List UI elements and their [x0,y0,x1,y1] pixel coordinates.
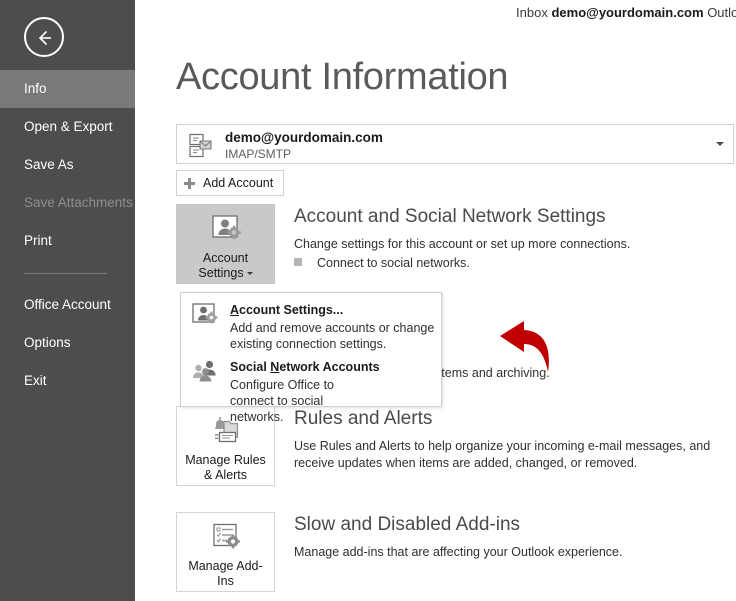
sidebar-nav-list: Info Open & Export Save As Save Attachme… [0,70,135,400]
section-description: Manage add-ins that are affecting your O… [294,545,623,559]
button-label-line2: Ins [217,574,234,588]
sidebar-item-label: Exit [24,373,47,388]
outlook-backstage-window: Info Open & Export Save As Save Attachme… [0,0,736,601]
account-settings-icon [191,302,221,335]
section-bullet-item: Connect to social networks. [294,256,470,270]
section-description: Use Rules and Alerts to help organize yo… [294,439,711,470]
section-bullet-label: Connect to social networks. [317,256,470,270]
menu-item-title: Account Settings... [230,303,343,317]
section-account-settings: Account Settings Account and Social Netw… [176,204,734,286]
button-label-line1: Manage Rules [185,453,266,467]
page-title: Account Information [176,56,509,98]
sidebar-item-info[interactable]: Info [0,70,135,108]
titlebar-folder: Inbox [516,5,548,20]
sidebar-item-label: Open & Export [24,119,113,134]
account-settings-button[interactable]: Account Settings [176,204,275,284]
account-email: demo@yourdomain.com [225,130,383,145]
backstage-sidebar: Info Open & Export Save As Save Attachme… [0,0,135,601]
backstage-main-pane: Account Information demo@yourdomain.com … [135,28,736,601]
add-account-button[interactable]: Add Account [176,170,285,196]
section-title: Account and Social Network Settings [294,206,606,227]
sidebar-item-print[interactable]: Print [0,222,135,260]
menu-item-description: Add and remove accounts or change existi… [230,321,435,351]
manage-rules-alerts-button-label: Manage Rules & Alerts [177,453,274,483]
account-selector[interactable]: demo@yourdomain.com IMAP/SMTP [176,124,734,164]
sidebar-divider [24,273,107,274]
menu-item-social-network-accounts[interactable]: Social Network Accounts Configure Office… [181,353,441,424]
menu-item-title: Social Network Accounts [230,360,380,374]
plus-icon [184,178,195,189]
section-slow-disabled-addins: Manage Add- Ins Slow and Disabled Add-in… [176,512,734,594]
account-settings-button-label: Account Settings [177,251,274,281]
button-label-line2: Settings [198,266,244,280]
sidebar-item-label: Save As [24,157,74,172]
titlebar-text: Inbox demo@yourdomain.com Outlook [516,5,736,20]
sidebar-item-open-export[interactable]: Open & Export [0,108,135,146]
bullet-square-icon [294,258,302,266]
account-settings-icon [209,214,243,251]
titlebar-account: demo@yourdomain.com [551,5,704,20]
menu-title-part2: etwork Accounts [279,360,380,374]
window-titlebar: Inbox demo@yourdomain.com Outlook [135,0,736,28]
account-settings-dropdown-menu[interactable]: Account Settings... Add and remove accou… [180,292,442,424]
sidebar-item-label: Save Attachments [24,195,133,210]
titlebar-app: Outlook [707,5,736,20]
mail-account-icon [188,133,214,164]
menu-title-part2: ccount Settings... [239,303,344,317]
chevron-down-icon[interactable] [716,142,724,146]
sidebar-item-label: Print [24,233,52,248]
button-label-line1: Manage Add- [188,559,263,573]
sidebar-item-save-attachments: Save Attachments [0,184,135,222]
sidebar-item-exit[interactable]: Exit [0,362,135,400]
menu-title-accesskey: N [270,360,280,374]
manage-addins-button[interactable]: Manage Add- Ins [176,512,275,592]
chevron-down-icon[interactable] [246,272,253,275]
sidebar-item-label: Office Account [24,297,111,312]
section-description: Change settings for this account or set … [294,237,631,251]
sidebar-item-label: Info [24,81,47,96]
button-label-line1: Account [202,251,249,265]
manage-addins-button-label: Manage Add- Ins [177,559,274,589]
add-account-label: Add Account [203,176,274,190]
menu-item-description: Configure Office to connect to social ne… [230,378,334,424]
menu-item-account-settings[interactable]: Account Settings... Add and remove accou… [181,293,441,353]
manage-addins-icon [209,522,243,559]
account-type: IMAP/SMTP [225,147,292,161]
sidebar-item-save-as[interactable]: Save As [0,146,135,184]
menu-title-accesskey: A [230,303,240,317]
sidebar-item-options[interactable]: Options [0,324,135,362]
social-network-icon [191,359,221,390]
button-label-line2: & Alerts [203,468,248,482]
section-title: Slow and Disabled Add-ins [294,514,521,535]
sidebar-item-office-account[interactable]: Office Account [0,286,135,324]
sidebar-item-label: Options [24,335,71,350]
back-button[interactable] [24,17,64,57]
menu-title-part1: Social [230,360,271,374]
